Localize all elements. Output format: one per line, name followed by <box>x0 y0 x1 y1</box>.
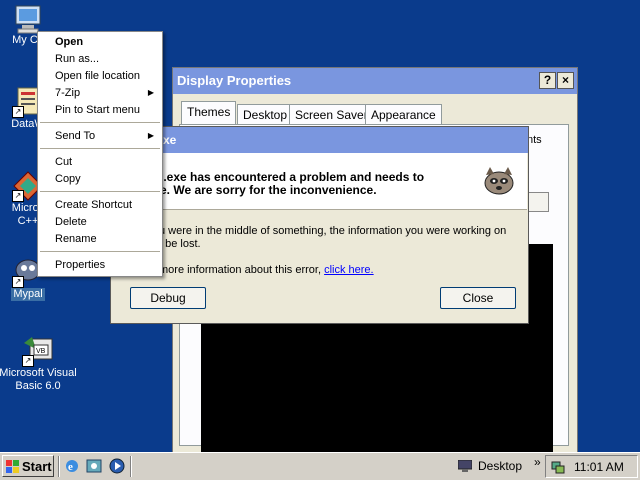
taskbar-divider <box>130 456 132 477</box>
menu-item-send-to[interactable]: Send To ▶ <box>38 128 162 144</box>
computer-icon <box>12 2 44 34</box>
desktop-icon-visual-basic[interactable]: VB ↗ Microsoft Visual Basic 6.0 <box>0 335 78 393</box>
menu-item-label: Send To <box>55 130 96 142</box>
tab-themes[interactable]: Themes <box>181 101 237 125</box>
error-dialog-titlebar[interactable]: xe <box>111 127 528 153</box>
outlook-express-icon[interactable] <box>86 458 102 474</box>
windows-logo-icon <box>6 460 20 473</box>
window-title: Display Properties <box>177 73 292 88</box>
system-tray: 11:01 AM <box>545 455 638 478</box>
menu-item-pin-to-start[interactable]: Pin to Start menu <box>38 102 162 118</box>
debug-button[interactable]: Debug <box>130 287 206 309</box>
svg-text:VB: VB <box>36 348 46 355</box>
taskbar: Start e Desktop » 11:01 AM <box>0 452 640 480</box>
desktop-icon-label-line2: Basic 6.0 <box>15 380 61 392</box>
desktop-toolbar-icon <box>457 459 473 472</box>
shortcut-arrow-icon: ↗ <box>12 106 24 118</box>
menu-separator <box>40 122 160 123</box>
svg-text:e: e <box>68 461 73 473</box>
menu-item-open[interactable]: Open <box>38 34 162 50</box>
raccoon-icon <box>482 165 516 197</box>
desktop-icon-label: Mypal <box>11 288 45 301</box>
clock[interactable]: 11:01 AM <box>574 460 624 474</box>
shortcut-arrow-icon: ↗ <box>22 355 34 367</box>
menu-item-rename[interactable]: Rename <box>38 231 162 247</box>
tab-desktop[interactable]: Desktop <box>237 104 294 125</box>
start-label: Start <box>22 459 52 474</box>
shortcut-arrow-icon: ↗ <box>12 190 24 202</box>
menu-item-label: Delete <box>55 216 87 228</box>
menu-item-label: Run as... <box>55 53 100 65</box>
error-headline-2: e. We are sorry for the inconvenience. <box>160 183 377 197</box>
menu-item-7zip[interactable]: 7-Zip ▶ <box>38 85 162 101</box>
help-button[interactable]: ? <box>539 72 556 89</box>
tray-network-icon[interactable] <box>550 459 566 475</box>
error-headline-1: l.exe has encountered a problem and need… <box>160 170 425 184</box>
menu-item-delete[interactable]: Delete <box>38 214 162 230</box>
menu-item-run-as[interactable]: Run as... <box>38 51 162 67</box>
media-player-icon[interactable] <box>109 458 125 474</box>
quicklaunch-divider <box>58 456 60 477</box>
menu-item-label: Create Shortcut <box>55 199 133 211</box>
error-header: l.exe has encountered a problem and need… <box>112 153 527 210</box>
menu-item-create-shortcut[interactable]: Create Shortcut <box>38 197 162 213</box>
tab-screen-saver[interactable]: Screen Saver <box>289 104 374 125</box>
close-dialog-button[interactable]: Close <box>440 287 516 309</box>
partial-label: nts <box>527 134 542 146</box>
partial-button[interactable] <box>527 192 549 212</box>
menu-item-label: Cut <box>55 156 73 168</box>
menu-item-label: Copy <box>55 173 81 185</box>
shortcut-arrow-icon: ↗ <box>12 276 24 288</box>
context-menu: Open Run as... Open file location 7-Zip ▶… <box>37 31 163 277</box>
toolbar-chevron-icon[interactable]: » <box>534 455 541 469</box>
desktop-toolbar-label: Desktop <box>478 459 523 473</box>
menu-item-copy[interactable]: Copy <box>38 171 162 187</box>
start-button[interactable]: Start <box>2 455 54 477</box>
more-info-text: more information about this error, <box>159 264 322 276</box>
close-button[interactable]: × <box>557 72 574 89</box>
submenu-arrow-icon: ▶ <box>147 88 154 97</box>
error-body-1: u were in the middle of something, the i… <box>159 225 507 237</box>
error-body-2: t be lost. <box>159 238 201 250</box>
menu-separator <box>40 191 160 192</box>
menu-separator <box>40 148 160 149</box>
desktop-icon-label: Microsoft Visual <box>0 367 77 379</box>
display-properties-titlebar[interactable]: Display Properties <box>173 68 577 94</box>
menu-item-label: Properties <box>55 259 106 271</box>
menu-item-properties[interactable]: Properties <box>38 257 162 273</box>
click-here-link[interactable]: click here. <box>324 264 374 276</box>
menu-item-label: Open file location <box>55 70 140 82</box>
menu-item-label: Rename <box>55 233 97 245</box>
menu-separator <box>40 251 160 252</box>
visual-basic-icon: VB ↗ <box>22 335 54 367</box>
menu-item-label: Open <box>55 36 84 48</box>
internet-explorer-icon[interactable]: e <box>64 458 80 474</box>
error-dialog: xe l.exe has encountered a problem and n… <box>110 126 529 324</box>
menu-item-label: Pin to Start menu <box>55 104 140 116</box>
menu-item-open-file-location[interactable]: Open file location <box>38 68 162 84</box>
menu-item-cut[interactable]: Cut <box>38 154 162 170</box>
menu-item-label: 7-Zip <box>55 87 81 99</box>
tab-appearance[interactable]: Appearance <box>365 104 442 125</box>
submenu-arrow-icon: ▶ <box>147 131 154 140</box>
desktop-toolbar[interactable]: Desktop <box>456 456 532 477</box>
error-more-info: more information about this error, click… <box>159 264 374 276</box>
